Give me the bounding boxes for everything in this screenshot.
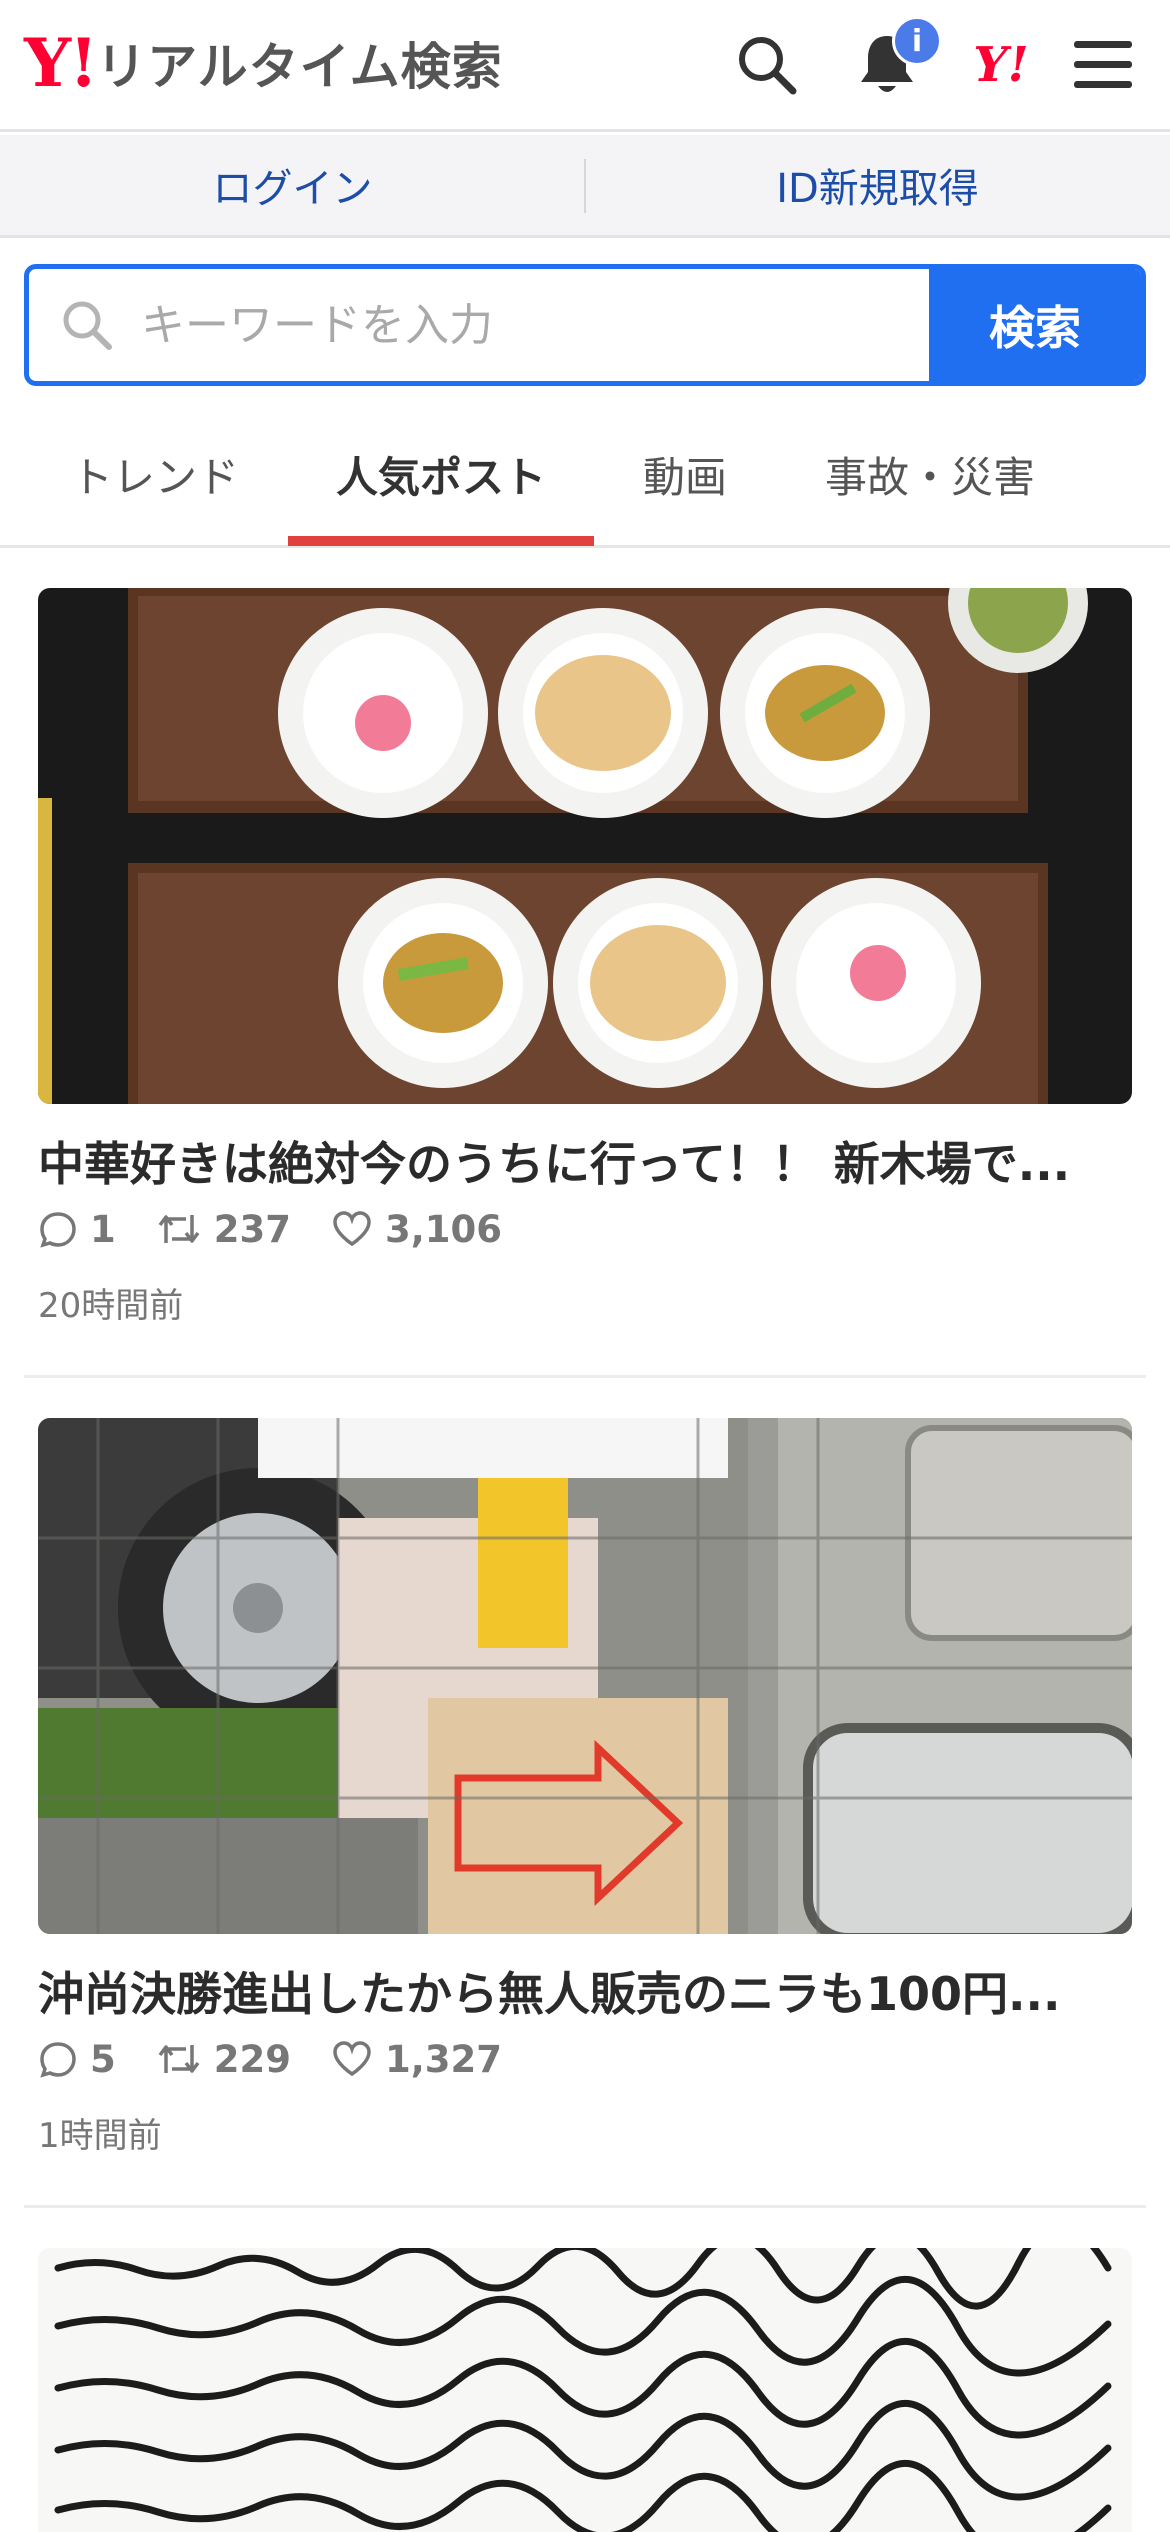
- reply-count[interactable]: 5: [38, 2038, 116, 2081]
- post-title[interactable]: 中華好きは絶対今のうちに行って！！ 新木場で...: [38, 1128, 1132, 1194]
- repost-icon: [158, 1215, 200, 1243]
- post-stats: 1 237 3,106: [38, 1204, 542, 1254]
- register-link[interactable]: ID新規取得: [585, 156, 1170, 214]
- tab-popular-posts[interactable]: 人気ポスト: [288, 400, 594, 548]
- reply-count-value: 5: [90, 2037, 116, 2081]
- logo-mark: Y!: [24, 24, 98, 102]
- tab-video[interactable]: 動画: [610, 400, 760, 548]
- tab-trend[interactable]: トレンド: [40, 400, 270, 548]
- post-time: 20時間前: [38, 1286, 184, 1326]
- post-time: 1時間前: [38, 2116, 162, 2156]
- logo-text: リアルタイム検索: [96, 38, 503, 96]
- notification-badge: i: [892, 16, 942, 66]
- search-icon[interactable]: [732, 30, 802, 100]
- repost-count[interactable]: 237: [156, 1208, 291, 1251]
- yahoo-japan-icon[interactable]: Y!: [966, 30, 1036, 100]
- heart-icon: [333, 1211, 371, 1247]
- repost-icon: [158, 2045, 200, 2073]
- tab-accident-disaster[interactable]: 事故・災害: [790, 400, 1070, 548]
- reply-icon: [40, 2042, 76, 2078]
- like-count[interactable]: 3,106: [331, 1208, 502, 1251]
- search-field-icon: [63, 301, 112, 350]
- reply-count-value: 1: [90, 1207, 116, 1251]
- post-title[interactable]: 沖尚決勝進出したから無人販売のニラも100円...: [38, 1958, 1132, 2024]
- post-card[interactable]: [24, 2248, 1146, 2532]
- post-card[interactable]: 沖尚決勝進出したから無人販売のニラも100円... 5 229 1,327 1時…: [24, 1418, 1146, 2208]
- yahoo-realtime-logo[interactable]: Y! リアルタイム検索: [24, 28, 503, 98]
- app-header: Y! リアルタイム検索 i Y!: [0, 0, 1170, 132]
- reply-count[interactable]: 1: [38, 1208, 116, 1251]
- reply-icon: [40, 1212, 76, 1248]
- repost-count-value: 229: [213, 2037, 291, 2081]
- heart-icon: [333, 2041, 371, 2077]
- repost-count[interactable]: 229: [156, 2038, 291, 2081]
- post-image[interactable]: [38, 2248, 1132, 2532]
- post-image[interactable]: [38, 588, 1132, 1104]
- search-box: 検索: [24, 264, 1146, 386]
- post-image[interactable]: [38, 1418, 1132, 1934]
- search-input[interactable]: [141, 299, 841, 351]
- login-bar: ログイン ID新規取得: [0, 135, 1170, 238]
- like-count[interactable]: 1,327: [331, 2038, 502, 2081]
- like-count-value: 3,106: [384, 1207, 503, 1251]
- post-card[interactable]: 中華好きは絶対今のうちに行って！！ 新木場で... 1 237 3,106 20…: [24, 588, 1146, 1378]
- post-stats: 5 229 1,327: [38, 2034, 542, 2084]
- tab-bar: トレンド 人気ポスト 動画 事故・災害: [0, 400, 1170, 548]
- like-count-value: 1,327: [384, 2037, 503, 2081]
- active-tab-indicator: [288, 536, 594, 546]
- login-link[interactable]: ログイン: [0, 156, 585, 214]
- search-button[interactable]: 検索: [929, 269, 1141, 381]
- hamburger-menu-icon[interactable]: [1068, 30, 1138, 100]
- repost-count-value: 237: [213, 1207, 291, 1251]
- search-field[interactable]: [29, 269, 929, 381]
- login-bar-divider: [584, 159, 586, 213]
